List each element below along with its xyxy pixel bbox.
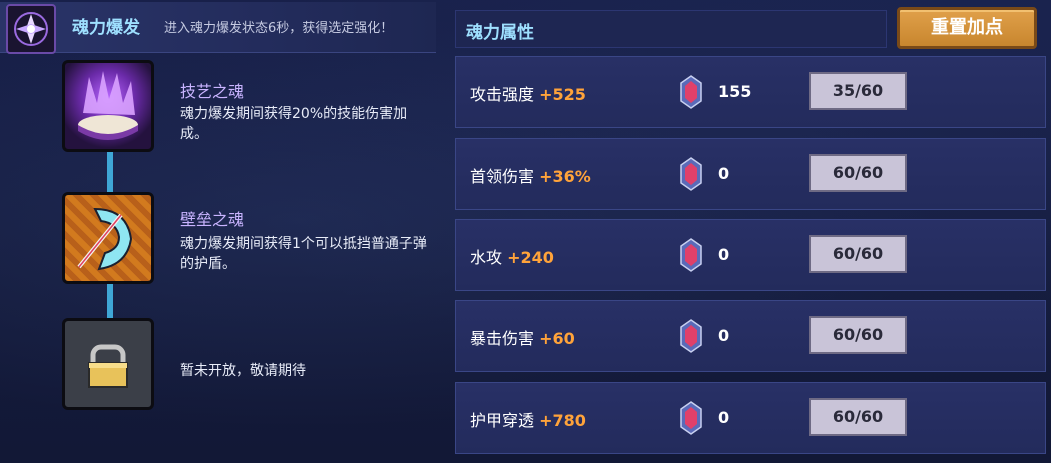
attribute-row: 攻击强度 +525 155 35/60	[455, 56, 1046, 128]
skill-soul-icon[interactable]	[62, 60, 154, 152]
reset-points-button[interactable]: 重置加点	[897, 7, 1037, 49]
level-counter[interactable]: 35/60	[809, 72, 907, 110]
soul-gem-icon	[680, 401, 702, 435]
soul-gem-icon	[680, 238, 702, 272]
level-counter[interactable]: 60/60	[809, 398, 907, 436]
level-counter[interactable]: 60/60	[809, 316, 907, 354]
level-counter[interactable]: 60/60	[809, 235, 907, 273]
soul-gem-icon	[680, 319, 702, 353]
skill-description: 魂力爆发期间获得1个可以抵挡普通子弹的护盾。	[180, 236, 427, 272]
attribute-bonus: +36%	[539, 167, 591, 186]
attribute-row: 水攻 +240 0 60/60	[455, 219, 1046, 291]
attribute-row: 护甲穿透 +780 0 60/60	[455, 382, 1046, 454]
attribute-name: 护甲穿透	[470, 411, 535, 430]
skill-name: 技艺之魂	[180, 82, 245, 101]
burst-description: 进入魂力爆发状态6秒，获得选定强化！	[164, 21, 394, 36]
locked-slot	[62, 318, 154, 410]
attribute-bonus: +60	[539, 329, 575, 348]
skill-connector	[107, 284, 113, 318]
attribute-row: 暴击伤害 +60 0 60/60	[455, 300, 1046, 372]
skill-connector	[107, 152, 113, 192]
soul-gem-icon	[680, 75, 702, 109]
attribute-name: 暴击伤害	[470, 329, 535, 348]
attribute-bonus: +525	[539, 85, 586, 104]
skill-description: 魂力爆发期间获得20%的技能伤害加成。	[180, 106, 408, 142]
attribute-name: 水攻	[470, 248, 503, 267]
attribute-row: 首领伤害 +36% 0 60/60	[455, 138, 1046, 210]
coming-soon-text: 暂未开放，敬请期待	[180, 363, 306, 379]
upgrade-cost: 0	[718, 164, 730, 183]
skill-name: 壁垒之魂	[180, 210, 245, 229]
upgrade-cost: 0	[718, 245, 730, 264]
upgrade-cost: 0	[718, 408, 730, 427]
upgrade-cost: 0	[718, 326, 730, 345]
upgrade-cost: 155	[718, 82, 752, 101]
attribute-name: 攻击强度	[470, 85, 535, 104]
burst-title: 魂力爆发	[72, 18, 140, 38]
soul-burst-icon	[6, 4, 56, 54]
soul-burst-panel: 魂力爆发 进入魂力爆发状态6秒，获得选定强化！ 技艺之魂 魂力爆发期间获得20%…	[0, 0, 440, 463]
attribute-bonus: +780	[539, 411, 586, 430]
bulwark-soul-icon[interactable]	[62, 192, 154, 284]
soul-gem-icon	[680, 157, 702, 191]
attribute-name: 首领伤害	[470, 167, 535, 186]
attributes-title: 魂力属性	[466, 23, 534, 43]
attribute-bonus: +240	[507, 248, 554, 267]
level-counter[interactable]: 60/60	[809, 154, 907, 192]
